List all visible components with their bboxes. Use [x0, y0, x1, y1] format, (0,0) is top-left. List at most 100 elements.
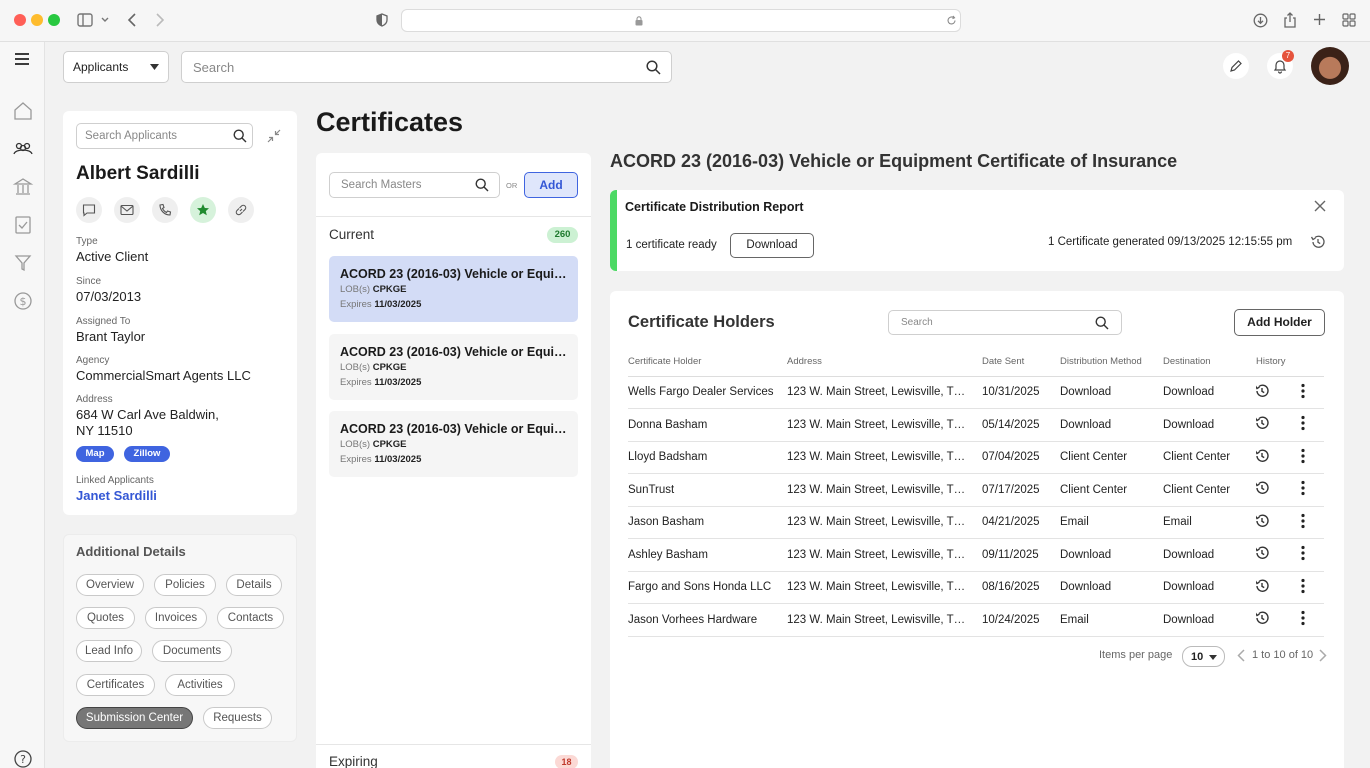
reload-icon[interactable]	[946, 15, 957, 26]
more-options-icon[interactable]	[1301, 578, 1305, 594]
tab-activities[interactable]: Activities	[165, 674, 235, 696]
tab-requests[interactable]: Requests	[203, 707, 272, 729]
shield-icon[interactable]	[376, 13, 388, 27]
history-icon[interactable]	[1256, 415, 1270, 431]
column-header-address[interactable]: Address	[787, 348, 982, 377]
tab-invoices[interactable]: Invoices	[145, 607, 207, 629]
next-page-icon[interactable]	[1319, 649, 1327, 662]
table-row[interactable]: Fargo and Sons Honda LLC 123 W. Main Stre…	[628, 571, 1324, 604]
notifications-button[interactable]: 7	[1267, 50, 1294, 79]
download-icon[interactable]	[1253, 13, 1268, 28]
items-per-page-select[interactable]: 10	[1182, 646, 1225, 667]
message-button[interactable]	[76, 197, 102, 223]
bank-icon[interactable]	[12, 176, 34, 198]
tab-overview[interactable]: Overview	[76, 574, 144, 596]
tab-submission-center[interactable]: Submission Center	[76, 707, 193, 729]
search-masters-input[interactable]: Search Masters	[329, 172, 500, 198]
tab-contacts[interactable]: Contacts	[217, 607, 284, 629]
table-row[interactable]: Lloyd Badsham 123 W. Main Street, Lewisvi…	[628, 441, 1324, 474]
history-icon[interactable]	[1256, 578, 1270, 594]
table-row[interactable]: Jason Basham 123 W. Main Street, Lewisvil…	[628, 506, 1324, 539]
column-header-destination[interactable]: Destination	[1163, 348, 1256, 377]
certificate-card-2[interactable]: ACORD 23 (2016-03) Vehicle or Equipment …	[329, 334, 578, 400]
link-button[interactable]	[228, 197, 254, 223]
home-icon[interactable]	[12, 100, 34, 122]
map-button[interactable]: Map	[76, 446, 114, 462]
share-icon[interactable]	[1283, 12, 1297, 28]
entity-select[interactable]: Applicants	[63, 51, 169, 83]
favorite-button[interactable]	[190, 197, 216, 223]
more-options-icon[interactable]	[1301, 480, 1305, 496]
back-icon[interactable]	[127, 13, 137, 27]
certificate-card-3[interactable]: ACORD 23 (2016-03) Vehicle or Equipment …	[329, 411, 578, 477]
search-icon[interactable]	[646, 60, 661, 75]
history-icon[interactable]	[1256, 610, 1270, 626]
tab-policies[interactable]: Policies	[154, 574, 216, 596]
close-icon[interactable]	[1314, 200, 1326, 212]
certificate-card-1[interactable]: ACORD 23 (2016-03) Vehicle or Equipment …	[329, 256, 578, 322]
address-bar[interactable]	[401, 9, 961, 32]
history-icon[interactable]	[1256, 513, 1270, 529]
dollar-icon[interactable]: $	[12, 290, 34, 312]
add-holder-button[interactable]: Add Holder	[1234, 309, 1325, 336]
tab-overview-icon[interactable]	[1342, 13, 1356, 27]
tab-lead-info[interactable]: Lead Info	[76, 640, 142, 662]
tab-certificates[interactable]: Certificates	[76, 674, 155, 696]
lob-value: CPKGE	[372, 284, 407, 295]
close-window-button[interactable]	[14, 14, 26, 26]
history-icon[interactable]	[1256, 545, 1270, 561]
holder-destination: Download	[1163, 408, 1256, 442]
column-header-distribution-method[interactable]: Distribution Method	[1060, 348, 1163, 377]
history-icon[interactable]	[1256, 383, 1270, 399]
add-master-button[interactable]: Add	[524, 172, 578, 198]
new-tab-icon[interactable]	[1313, 13, 1326, 26]
column-header-date-sent[interactable]: Date Sent	[982, 348, 1060, 377]
sidebar-toggle-icon[interactable]	[77, 13, 93, 27]
search-icon[interactable]	[475, 178, 489, 192]
history-icon[interactable]	[1256, 448, 1270, 464]
collapse-icon[interactable]	[267, 129, 281, 143]
search-icon[interactable]	[1095, 316, 1109, 330]
tab-documents[interactable]: Documents	[152, 640, 232, 662]
more-options-icon[interactable]	[1301, 545, 1305, 561]
table-row[interactable]: SunTrust 123 W. Main Street, Lewisville, …	[628, 473, 1324, 507]
global-search-input[interactable]: Search	[181, 51, 672, 83]
maximize-window-button[interactable]	[48, 14, 60, 26]
zillow-button[interactable]: Zillow	[124, 446, 170, 462]
minimize-window-button[interactable]	[31, 14, 43, 26]
column-header-holder[interactable]: Certificate Holder	[628, 348, 787, 377]
expiring-section-label: Expiring	[329, 754, 378, 768]
more-options-icon[interactable]	[1301, 383, 1305, 399]
tab-quotes[interactable]: Quotes	[76, 607, 135, 629]
more-options-icon[interactable]	[1301, 448, 1305, 464]
lob-value: CPKGE	[372, 362, 407, 373]
call-button[interactable]	[152, 197, 178, 223]
chevron-down-icon[interactable]	[100, 16, 110, 24]
table-row[interactable]: Wells Fargo Dealer Services 123 W. Main S…	[628, 376, 1324, 409]
edit-button[interactable]	[1223, 53, 1249, 79]
menu-icon[interactable]	[14, 52, 30, 66]
report-download-button[interactable]: Download	[730, 233, 814, 258]
search-icon[interactable]	[233, 129, 247, 143]
people-icon[interactable]	[12, 138, 34, 160]
history-icon[interactable]	[1256, 480, 1270, 496]
avatar[interactable]	[1311, 47, 1349, 85]
type-label: Type	[76, 236, 98, 247]
funnel-icon[interactable]	[12, 252, 34, 274]
holders-search-input[interactable]: Search	[888, 310, 1122, 335]
help-icon[interactable]: ?	[12, 748, 34, 768]
linked-applicant-link[interactable]: Janet Sardilli	[76, 488, 157, 503]
history-icon[interactable]	[1310, 234, 1326, 250]
table-row[interactable]: Jason Vorhees Hardware 123 W. Main Street…	[628, 603, 1324, 637]
more-options-icon[interactable]	[1301, 513, 1305, 529]
more-options-icon[interactable]	[1301, 415, 1305, 431]
email-button[interactable]	[114, 197, 140, 223]
checklist-icon[interactable]	[12, 214, 34, 236]
forward-icon[interactable]	[155, 13, 165, 27]
search-applicants-input[interactable]: Search Applicants	[76, 123, 253, 149]
previous-page-icon[interactable]	[1237, 649, 1245, 662]
more-options-icon[interactable]	[1301, 610, 1305, 626]
tab-details[interactable]: Details	[226, 574, 282, 596]
table-row[interactable]: Ashley Basham 123 W. Main Street, Lewisvi…	[628, 538, 1324, 572]
table-row[interactable]: Donna Basham 123 W. Main Street, Lewisvil…	[628, 408, 1324, 442]
